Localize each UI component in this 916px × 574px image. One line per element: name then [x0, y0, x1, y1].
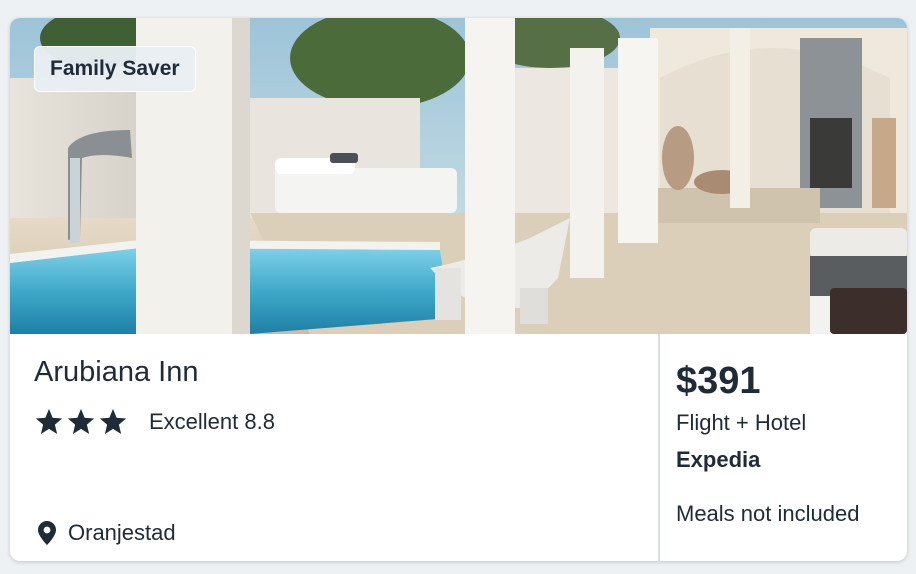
provider-name: Expedia: [676, 447, 761, 472]
price: $391: [676, 360, 761, 402]
star-icon: [99, 408, 127, 434]
price-panel: $391 Flight + Hotel Expedia Meals not in…: [660, 334, 907, 561]
rating-row: Excellent 8.8: [34, 406, 275, 438]
deal-badge: Family Saver: [34, 46, 196, 92]
location-name: Oranjestad: [68, 520, 176, 545]
hotel-card[interactable]: Family Saver Arubiana Inn Excellent 8.8: [10, 18, 907, 561]
star-icon: [35, 408, 63, 434]
location-row: Oranjestad: [38, 520, 176, 546]
map-pin-icon: [38, 521, 56, 545]
hotel-photo[interactable]: Family Saver: [10, 18, 907, 334]
star-rating: [34, 407, 128, 437]
guest-rating: Excellent 8.8: [149, 409, 275, 434]
hotel-details: Arubiana Inn Excellent 8.8 Oranjestad: [10, 334, 658, 561]
star-icon: [67, 408, 95, 434]
meals-info: Meals not included: [676, 501, 860, 526]
package-type: Flight + Hotel: [676, 410, 807, 435]
hotel-name[interactable]: Arubiana Inn: [34, 356, 198, 389]
